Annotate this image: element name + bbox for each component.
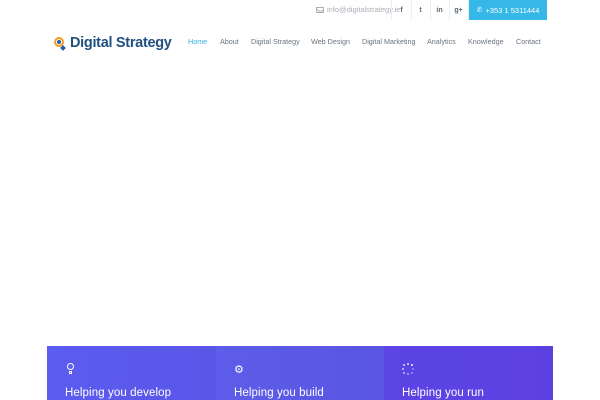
spinner-dot [412,368,414,370]
nav-item-home[interactable]: Home [188,37,207,46]
email-text: info@digitalstrategy.ie [327,5,401,14]
linkedin-icon[interactable]: in [430,0,449,20]
feature-card-build[interactable]: ⚙ Helping you build [216,346,384,400]
feature-title: Helping you develop [65,387,172,399]
nav-item-knowledge[interactable]: Knowledge [468,37,504,46]
spinner-icon [402,363,414,378]
nav-item-analytics[interactable]: Analytics [427,37,456,46]
nav-item-digital-strategy[interactable]: Digital Strategy [251,37,300,46]
google-plus-icon[interactable]: g+ [449,0,468,20]
feature-card-run[interactable]: Helping you run [384,346,553,400]
facebook-icon[interactable]: f [392,0,411,20]
main-nav: Home About Digital Strategy Web Design D… [0,37,600,49]
nav-item-about[interactable]: About [220,37,239,46]
envelope-icon [316,6,324,13]
nav-item-digital-marketing[interactable]: Digital Marketing [362,37,416,46]
phone-icon: ✆ [476,7,483,14]
spinner-dot [403,364,406,367]
spinner-dot [407,373,409,375]
feature-title: Helping you run [402,387,485,399]
spinner-dot [403,371,406,374]
spinner-dot [407,363,409,365]
lightbulb-icon [67,363,74,378]
email-contact[interactable]: info@digitalstrategy.ie [316,5,400,14]
twitter-icon[interactable]: t [411,0,430,20]
phone-number: +353 1 5311444 [485,5,540,15]
nav-item-web-design[interactable]: Web Design [311,37,350,46]
feature-title: Helping you build [234,387,324,399]
spinner-dot [402,368,404,370]
top-bar: info@digitalstrategy.ie f t in g+ ✆ +353… [0,0,600,20]
spinner-dot [410,364,413,367]
gear-icon: ⚙ [234,364,244,376]
features-band: Helping you develop ⚙ Helping you build … [47,346,553,400]
phone-button[interactable]: ✆ +353 1 5311444 [469,0,547,20]
spinner-dot [410,371,413,374]
feature-card-develop[interactable]: Helping you develop [47,346,216,400]
nav-item-contact[interactable]: Contact [516,37,541,46]
